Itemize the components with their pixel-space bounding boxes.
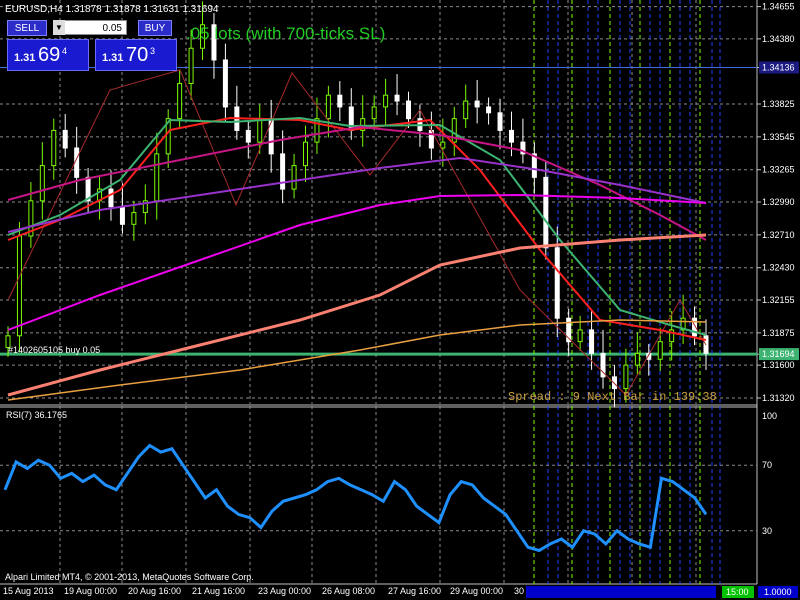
price-highlight-label: 1.31694 <box>762 349 795 359</box>
candle-body <box>337 94 343 108</box>
spread-info: Spread : 9 Next Bar in 139:38 <box>508 390 717 404</box>
price-axis-label: 1.34380 <box>762 34 795 44</box>
candle-body <box>245 129 251 143</box>
price-highlight-label: 1.34136 <box>762 62 795 72</box>
time-axis-label: 29 Aug 00:00 <box>450 586 503 596</box>
candle-body <box>131 212 137 225</box>
ma-red <box>7 116 707 341</box>
candle-body <box>623 364 629 390</box>
chart-window[interactable]: 1.34655 1.34380 1.34136 1.33825 1.33545 1.332… <box>0 0 800 600</box>
price-axis-label: 1.33265 <box>762 165 795 175</box>
candle-body <box>74 147 80 178</box>
price-axis-label: 1.33825 <box>762 99 795 109</box>
ask-prefix: 1.31 <box>102 52 124 64</box>
buy-button[interactable]: BUY <box>138 20 172 36</box>
candle-body <box>257 118 263 143</box>
candle-body <box>508 129 514 143</box>
rsi-line <box>3 443 708 553</box>
candle-body <box>405 100 411 120</box>
price-axis-label: 1.32155 <box>762 295 795 305</box>
bid-sup: 4 <box>62 46 68 56</box>
price-axis-label: 1.32430 <box>762 263 795 273</box>
candle-body <box>222 59 228 108</box>
candle-body <box>440 141 446 149</box>
one-click-trading-panel: SELL 0.05 ▼ BUY 1.31 69 4 1.31 70 3 <box>7 19 177 71</box>
candle-body <box>371 106 377 120</box>
price-axis-label: 1.31600 <box>762 360 795 370</box>
candle-body <box>303 141 309 167</box>
copyright-text: Alpari Limited MT4, © 2001-2013, MetaQuo… <box>5 572 254 582</box>
price-axis-label: 1.32990 <box>762 197 795 207</box>
rsi-axis-label: 100 <box>762 411 777 421</box>
price-axis-label: 1.32710 <box>762 230 795 240</box>
ask-price-button[interactable]: 1.31 70 3 <box>95 39 177 71</box>
candle-body <box>543 176 549 249</box>
order-label: #1402605105 buy 0.05 <box>8 345 101 355</box>
sell-button[interactable]: SELL <box>7 20 47 36</box>
bid-price-button[interactable]: 1.31 69 4 <box>7 39 89 71</box>
price-axis-label: 1.33545 <box>762 132 795 142</box>
rsi-axis-label: 30 <box>762 526 772 536</box>
ma-violet <box>7 193 707 331</box>
time-axis-highlight <box>526 586 716 598</box>
candle-body <box>16 235 22 337</box>
chart-comment: .05 lots (with 700-ticks SL) <box>186 24 386 43</box>
bid-big: 69 <box>38 44 61 66</box>
time-axis-label: 23 Aug 00:00 <box>258 586 311 596</box>
time-axis-label: 19 Aug 00:00 <box>64 586 117 596</box>
candle-body <box>474 100 480 108</box>
bid-prefix: 1.31 <box>14 52 36 64</box>
candle-body <box>589 329 595 354</box>
candle-body <box>383 94 389 108</box>
ask-big: 70 <box>126 44 149 66</box>
candle-body <box>119 206 125 225</box>
time-axis-label: 15 Aug 2013 <box>3 586 54 596</box>
zigzag-line <box>7 69 707 396</box>
candle-body <box>268 118 274 155</box>
price-axis-label: 1.31320 <box>762 393 795 403</box>
ask-sup: 3 <box>150 46 156 56</box>
time-axis-label: 20 Aug 16:00 <box>128 586 181 596</box>
candle-body <box>51 129 57 167</box>
candle-body <box>554 247 560 319</box>
chart-title: EURUSD,H4 1.31878 1.31878 1.31631 1.3169… <box>5 4 219 15</box>
candle-body <box>325 94 331 120</box>
candle-body <box>154 153 160 202</box>
time-axis-label: 27 Aug 16:00 <box>388 586 441 596</box>
price-axis-label: 1.31875 <box>762 328 795 338</box>
price-axis-label: 1.34655 <box>762 2 795 12</box>
candle-body <box>634 352 640 366</box>
volume-dropdown-icon[interactable]: ▼ <box>53 20 65 35</box>
candle-body <box>108 188 114 208</box>
time-axis-green-label: 15:00 <box>726 587 749 597</box>
candle-body <box>486 106 492 114</box>
candle-body <box>291 165 297 190</box>
time-axis-label: 21 Aug 16:00 <box>192 586 245 596</box>
candle-body <box>657 341 663 360</box>
rsi-axis-label: 70 <box>762 460 772 470</box>
candle-body <box>577 329 583 343</box>
candle-body <box>188 47 194 84</box>
time-axis-label: 30 <box>514 586 524 596</box>
candle-body <box>177 82 183 120</box>
candle-body <box>62 129 68 149</box>
time-axis-value-label: 1.0000 <box>764 587 792 597</box>
candle-body <box>497 112 503 131</box>
candle-body <box>394 94 400 102</box>
time-axis-label: 26 Aug 08:00 <box>322 586 375 596</box>
candle-body <box>39 165 45 202</box>
rsi-title: RSI(7) 36.1765 <box>6 410 68 420</box>
candle-body <box>463 100 469 120</box>
price-chart[interactable]: 1.34655 1.34380 1.34136 1.33825 1.33545 1.332… <box>0 0 800 600</box>
